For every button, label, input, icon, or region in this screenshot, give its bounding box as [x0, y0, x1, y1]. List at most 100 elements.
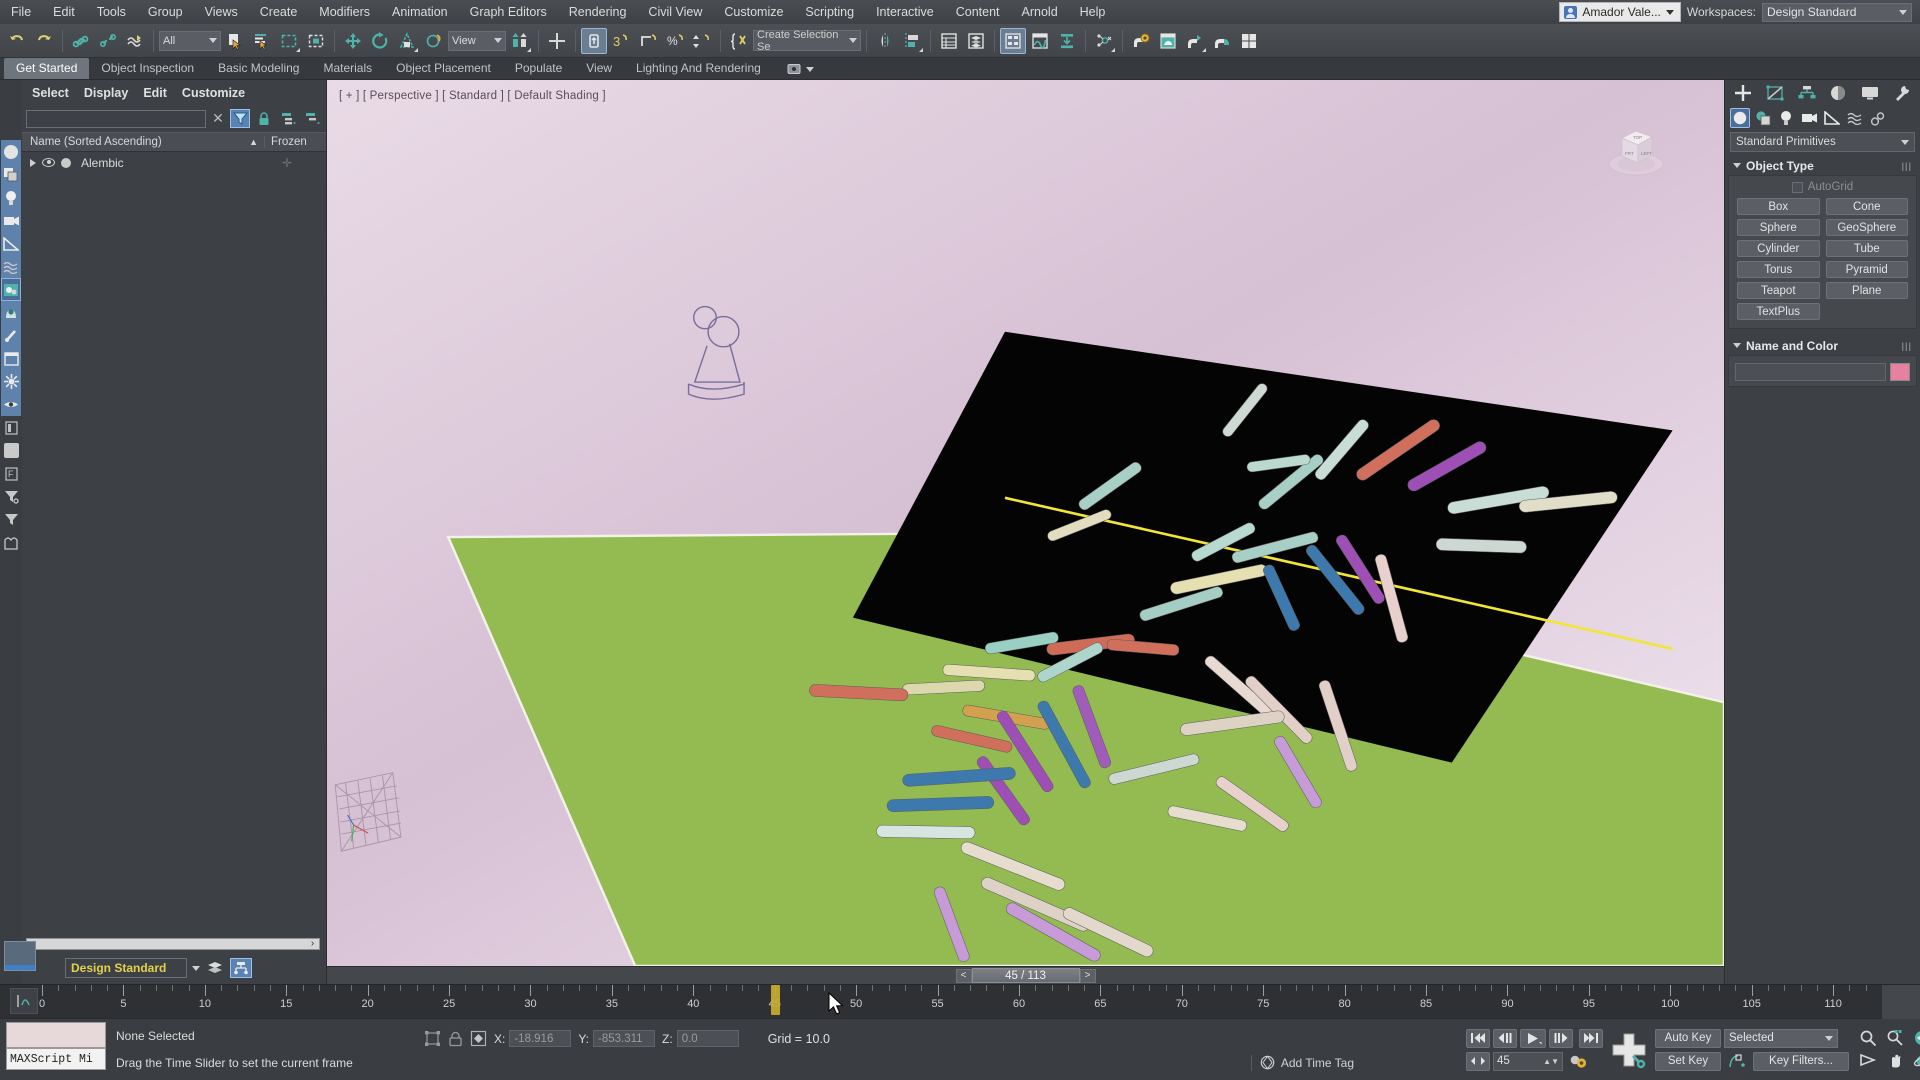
- ribbon-tab-get-started[interactable]: Get Started: [4, 58, 89, 79]
- visibility-eye-icon[interactable]: [42, 158, 55, 167]
- zoom-icon[interactable]: [1855, 1027, 1881, 1049]
- zoom-extents-icon[interactable]: [1909, 1027, 1920, 1049]
- toggle-ribbon-button[interactable]: [1000, 28, 1026, 54]
- autogrid-row[interactable]: AutoGrid: [1737, 181, 1908, 193]
- select-and-scale-button[interactable]: [394, 28, 420, 54]
- previous-frame-slider-button[interactable]: <: [956, 969, 972, 983]
- next-frame-slider-button[interactable]: >: [1080, 969, 1096, 983]
- play-animation-icon[interactable]: [1520, 1029, 1546, 1048]
- time-configuration-icon[interactable]: [1566, 1052, 1590, 1071]
- systems-icon[interactable]: [1868, 108, 1888, 128]
- named-selection-set-input[interactable]: Create Selection Se: [753, 30, 861, 51]
- space-warps-icon[interactable]: [1845, 108, 1865, 128]
- menu-arnold[interactable]: Arnold: [1011, 2, 1069, 22]
- layer-explorer-button[interactable]: [936, 28, 962, 54]
- undo-button[interactable]: [4, 28, 30, 54]
- redo-button[interactable]: [31, 28, 57, 54]
- open-mini-curve-editor-button[interactable]: [10, 988, 38, 1014]
- set-key-button[interactable]: Set Key: [1655, 1052, 1721, 1071]
- perspective-viewport[interactable]: [ + ] [ Perspective ] [ Standard ] [ Def…: [327, 80, 1724, 966]
- explorer-menu-display[interactable]: Display: [80, 84, 139, 102]
- menu-tools[interactable]: Tools: [86, 2, 137, 22]
- plane-button[interactable]: Plane: [1826, 282, 1909, 299]
- table-row[interactable]: Alembic ✛: [22, 152, 326, 173]
- spinner-snap-toggle-button[interactable]: %: [662, 28, 688, 54]
- mirror-button[interactable]: [872, 28, 898, 54]
- set-key-button-icon[interactable]: [1609, 1029, 1649, 1071]
- filter-strip-icon[interactable]: [1, 508, 21, 531]
- display-strip-icon[interactable]: [1, 347, 21, 370]
- name-and-color-rollout-header[interactable]: Name and Color |||: [1728, 336, 1917, 355]
- spinner-icon[interactable]: ▲▼: [1543, 1057, 1559, 1066]
- curve-editor-button[interactable]: [1027, 28, 1053, 54]
- snaps-toggle-button[interactable]: [581, 28, 607, 54]
- ribbon-tab-basic-modeling[interactable]: Basic Modeling: [206, 58, 311, 79]
- use-pivot-point-center-button[interactable]: [507, 28, 533, 54]
- frame-ruler[interactable]: 0510152025303540455055606570758085909510…: [42, 985, 1882, 1019]
- render-production-button[interactable]: [1209, 28, 1235, 54]
- time-slider-handle[interactable]: 45 / 113: [972, 968, 1080, 983]
- percent-snap-toggle-button[interactable]: [635, 28, 661, 54]
- add-time-tag-label[interactable]: Add Time Tag: [1281, 1056, 1354, 1070]
- ribbon-tab-object-inspection[interactable]: Object Inspection: [89, 58, 206, 79]
- menu-file[interactable]: File: [0, 2, 42, 22]
- time-tag-row[interactable]: Add Time Tag: [410, 1052, 1460, 1074]
- rendered-frame-window-button[interactable]: [1182, 28, 1208, 54]
- create-systems-strip-icon[interactable]: [1, 278, 21, 301]
- hierarchy-tab[interactable]: [1793, 82, 1821, 104]
- geosphere-button[interactable]: GeoSphere: [1826, 219, 1909, 236]
- select-and-rotate-button[interactable]: [367, 28, 393, 54]
- cameras-icon[interactable]: [1799, 108, 1819, 128]
- menu-content[interactable]: Content: [945, 2, 1011, 22]
- time-tag-icon[interactable]: [1260, 1055, 1275, 1070]
- lights-icon[interactable]: [1776, 108, 1796, 128]
- z-value[interactable]: 0.0: [677, 1030, 739, 1047]
- isolate-icon[interactable]: [470, 1030, 487, 1047]
- expand-all-icon[interactable]: [278, 109, 298, 128]
- column-header-frozen[interactable]: Frozen: [264, 136, 326, 148]
- maxscript-input-pane[interactable]: MAXScript Mi: [6, 1048, 106, 1070]
- key-mode-toggle-icon[interactable]: [1466, 1052, 1490, 1071]
- y-value[interactable]: -853.311: [593, 1030, 655, 1047]
- lock-icon[interactable]: [254, 109, 274, 128]
- object-color-swatch[interactable]: [1890, 363, 1910, 381]
- menu-scripting[interactable]: Scripting: [794, 2, 865, 22]
- zoom-all-icon[interactable]: [1882, 1027, 1908, 1049]
- field-of-view-icon[interactable]: [1855, 1050, 1881, 1072]
- scene-explorer-hscrollbar[interactable]: ‹ ›: [22, 936, 326, 952]
- particle-view-button[interactable]: [1091, 28, 1117, 54]
- set-key-mode-icon[interactable]: [1724, 1052, 1750, 1071]
- scene-explorer-search-input[interactable]: [26, 110, 206, 128]
- layer-properties-strip-icon[interactable]: [1, 416, 21, 439]
- scene-explorer-toggle-icon[interactable]: [230, 958, 252, 978]
- explorer-menu-select[interactable]: Select: [28, 84, 80, 102]
- select-and-move-button[interactable]: [340, 28, 366, 54]
- pyramid-button[interactable]: Pyramid: [1826, 261, 1909, 278]
- selection-lock-icon[interactable]: [424, 1030, 441, 1047]
- align-button[interactable]: [899, 28, 925, 54]
- frozen-toggle-icon[interactable]: ✛: [282, 156, 292, 170]
- time-slider-bar[interactable]: < 45 / 113 >: [327, 966, 1724, 984]
- chevron-down-icon[interactable]: [192, 966, 200, 971]
- torus-button[interactable]: Torus: [1737, 261, 1820, 278]
- expand-arrow-icon[interactable]: [30, 159, 36, 167]
- create-cameras-strip-icon[interactable]: [1, 209, 21, 232]
- ribbon-options-button[interactable]: [773, 63, 824, 79]
- sphere-button[interactable]: Sphere: [1737, 219, 1820, 236]
- schematic-view-button[interactable]: [1054, 28, 1080, 54]
- ribbon-tab-lighting-and-rendering[interactable]: Lighting And Rendering: [624, 58, 773, 79]
- clear-search-icon[interactable]: ✕: [210, 111, 226, 127]
- explorer-menu-customize[interactable]: Customize: [178, 84, 256, 102]
- menu-edit[interactable]: Edit: [42, 2, 86, 22]
- cone-button[interactable]: Cone: [1826, 198, 1909, 215]
- scene-explorer-button[interactable]: [963, 28, 989, 54]
- auto-key-button[interactable]: Auto Key: [1655, 1029, 1721, 1048]
- create-lights-strip-icon[interactable]: [1, 186, 21, 209]
- menu-graph-editors[interactable]: Graph Editors: [459, 2, 558, 22]
- modify-tab[interactable]: [1761, 82, 1789, 104]
- ribbon-tab-materials[interactable]: Materials: [311, 58, 384, 79]
- angle-snap-toggle-button[interactable]: 3: [608, 28, 634, 54]
- key-mode-select[interactable]: Selected: [1724, 1029, 1838, 1048]
- select-and-manipulate-button[interactable]: [544, 28, 570, 54]
- key-filters-button[interactable]: Key Filters...: [1753, 1052, 1849, 1071]
